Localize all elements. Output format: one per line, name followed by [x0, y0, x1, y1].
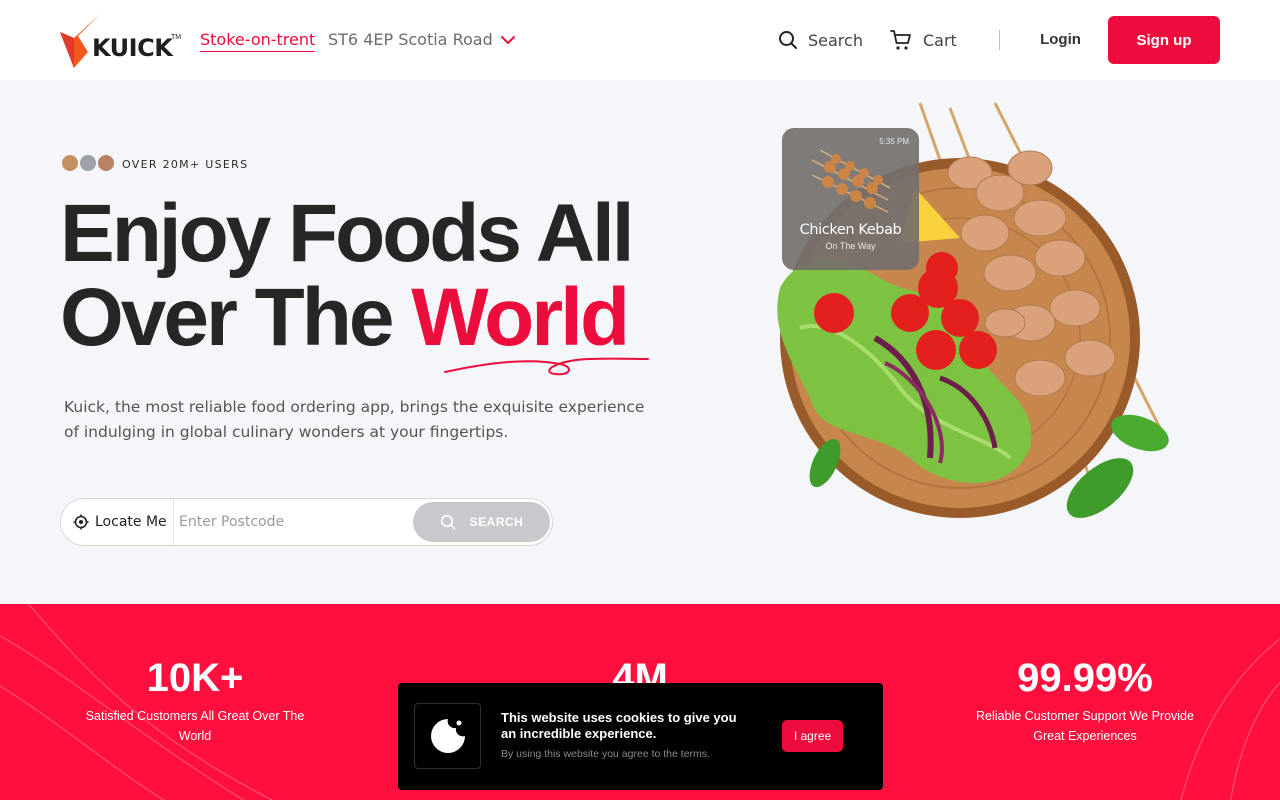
kuick-logo[interactable]: KUICK TM: [60, 14, 182, 68]
login-button[interactable]: Login: [1028, 30, 1093, 50]
avatar-stack: [60, 153, 118, 175]
nav-cart-label: Cart: [923, 30, 957, 50]
order-status-text: On The Way: [825, 241, 876, 251]
order-status-card: 5:35 PM Chicken Kebab On The Way: [782, 128, 919, 270]
cookie-subtitle: By using this website you agree to the t…: [501, 748, 710, 760]
stat-value: 99.99%: [1017, 656, 1153, 700]
hero-headline: Enjoy Foods All Over The World: [60, 192, 635, 363]
stat-label: Reliable Customer Support We Provide Gre…: [976, 709, 1194, 743]
headline-line-1: Enjoy Foods All: [60, 188, 635, 279]
avatar: [78, 153, 98, 173]
cookie-title: This website uses cookies to give you an…: [501, 710, 737, 741]
nav-search-button[interactable]: Search: [778, 28, 863, 52]
locate-me-button[interactable]: Locate Me: [73, 499, 167, 545]
top-navbar: KUICK TM Stoke-on-trent ST6 4EP Scotia R…: [0, 0, 1280, 80]
avatar: [60, 153, 80, 173]
cookie-icon: [414, 703, 481, 769]
nav-search-label: Search: [808, 30, 863, 50]
order-item-title: Chicken Kebab: [799, 222, 902, 238]
locate-icon: [73, 514, 89, 530]
users-badge: OVER 20M+ USERS: [60, 153, 248, 175]
logo-wordmark: KUICK: [92, 34, 173, 62]
locate-me-label: Locate Me: [95, 514, 167, 530]
postcode-search-bar: Locate Me SEARCH: [60, 498, 553, 546]
search-icon: [440, 514, 455, 530]
order-time: 5:35 PM: [879, 137, 909, 146]
location-address[interactable]: ST6 4EP Scotia Road: [328, 30, 493, 50]
cookie-agree-button[interactable]: I agree: [782, 720, 843, 752]
stat-label: Satisfied Customers All Great Over The W…: [85, 709, 305, 743]
headline-underline-swoosh: [444, 357, 649, 376]
stat-customers: 10K+ Satisfied Customers All Great Over …: [70, 656, 320, 746]
postcode-search-button[interactable]: SEARCH: [413, 502, 550, 542]
cookie-consent-banner: This website uses cookies to give you an…: [398, 683, 883, 790]
location-city-link[interactable]: Stoke-on-trent: [200, 30, 316, 52]
search-button-label: SEARCH: [469, 515, 524, 529]
search-bar-divider: [173, 499, 174, 545]
kebab-thumbnail-image: [811, 150, 891, 213]
hero-description: Kuick, the most reliable food ordering a…: [64, 398, 645, 441]
stat-support: 99.99% Reliable Customer Support We Prov…: [960, 656, 1210, 746]
signup-button[interactable]: Sign up: [1108, 16, 1220, 64]
avatar: [96, 153, 116, 173]
nav-divider: [999, 30, 1000, 50]
stat-value: 10K+: [146, 656, 244, 700]
postcode-input[interactable]: [179, 507, 409, 537]
logo-trademark: TM: [171, 34, 182, 41]
cart-icon: [890, 30, 911, 50]
nav-cart-button[interactable]: Cart: [889, 27, 957, 53]
chevron-down-icon[interactable]: [500, 32, 516, 48]
cookie-glyph: [430, 719, 465, 753]
headline-line-2: Over The: [60, 272, 412, 363]
search-icon: [779, 31, 797, 49]
users-count-text: OVER 20M+ USERS: [122, 157, 249, 171]
